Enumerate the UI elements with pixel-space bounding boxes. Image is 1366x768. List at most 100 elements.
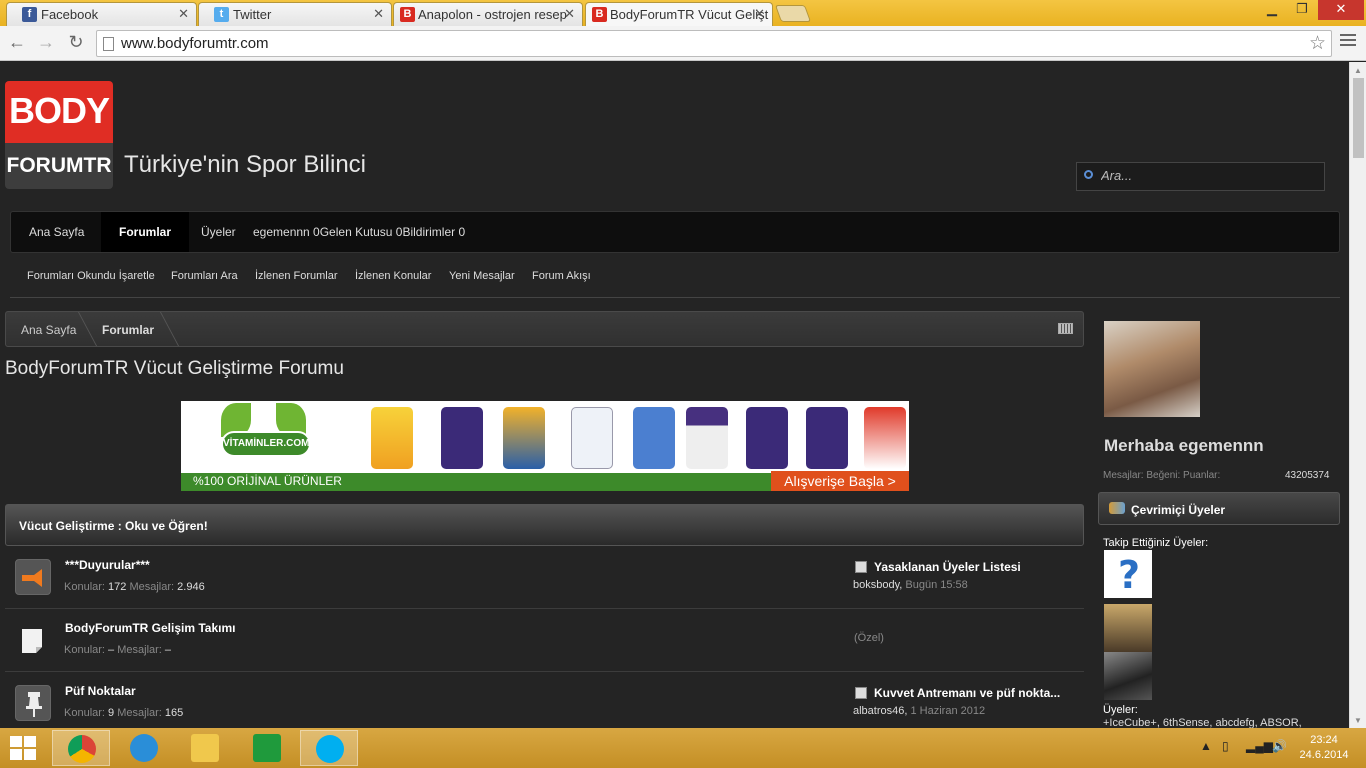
tab-anapolon[interactable]: B Anapolon - ostrojen resep ✕ [393,2,583,26]
internet-explorer-icon [130,734,158,762]
banner-tagline: %100 ORİJİNAL ÜRÜNLER [193,474,342,488]
address-bar[interactable]: www.bodyforumtr.com ☆ [96,30,1332,57]
system-clock[interactable]: 23:24 24.6.2014 [1296,733,1352,763]
ad-banner[interactable]: VİTAMİNLER.COM %100 ORİJİNAL ÜRÜNLER Alı… [181,401,909,491]
product-bottle [746,407,788,469]
product-bottle [503,407,545,469]
document-icon [855,561,867,573]
window-close-icon[interactable]: ✕ [1318,0,1364,20]
scrollbar-thumb[interactable] [1353,78,1364,158]
topics-count: 172 [108,581,127,593]
site-slogan: Türkiye'nin Spor Bilinci [124,151,367,178]
reload-icon[interactable]: ↻ [63,31,89,55]
online-members-list[interactable]: +IceCube+, 6thSense, abcdefg, ABSOR, [1103,717,1302,728]
last-post-user[interactable]: albatros46, [853,705,907,717]
forward-icon[interactable]: → [33,31,59,55]
followed-member-avatar[interactable]: ? [1104,550,1152,598]
posts-label: Mesajlar: [129,581,175,593]
posts-count: – [164,644,172,656]
subnav-watched-threads[interactable]: İzlenen Konular [355,270,431,282]
product-bottle [806,407,848,469]
forum-title[interactable]: Püf Noktalar [65,684,136,698]
breadcrumb: Ana Sayfa Forumlar [5,311,1084,347]
windows-start-icon[interactable] [10,736,38,760]
ie-taskbar-button[interactable] [115,730,173,766]
following-label: Takip Ettiğiniz Üyeler: [1103,537,1209,549]
bodyforumtr-icon: B [400,7,415,22]
subnav-search-forums[interactable]: Forumları Ara [171,270,238,282]
posts-label: Mesajlar: [117,644,162,656]
subnav-watched-forums[interactable]: İzlenen Forumlar [255,270,338,282]
last-post-title[interactable]: Yasaklanan Üyeler Listesi [855,560,1021,574]
user-avatar[interactable] [1104,321,1200,417]
tab-facebook[interactable]: f Facebook ✕ [6,2,197,26]
subnav-mark-read[interactable]: Forumları Okundu İşaretle [27,270,155,282]
followed-member-avatar[interactable] [1104,652,1152,700]
twitter-icon: t [214,7,229,22]
back-icon[interactable]: ← [4,31,30,55]
nav-forums[interactable]: Forumlar [101,212,190,252]
subnav-new-posts[interactable]: Yeni Mesajlar [449,270,515,282]
greeting[interactable]: Merhaba egemennn [1104,436,1264,456]
site-logo[interactable]: BODY FORUMTR [5,81,113,189]
new-tab-button[interactable] [774,5,812,22]
online-members-title: Çevrimiçi Üyeler [1131,503,1226,517]
forum-title[interactable]: BodyForumTR Gelişim Takımı [65,621,235,635]
maximize-icon[interactable]: ❐ [1288,0,1316,20]
megaphone-icon [15,559,51,595]
nav-account[interactable]: egemennn 0Gelen Kutusu 0Bildirimler 0 [253,212,465,252]
rss-icon[interactable] [1058,323,1073,334]
search-input[interactable] [1101,168,1316,183]
battery-icon[interactable]: ▯ [1222,739,1229,753]
last-post-link[interactable]: Yasaklanan Üyeler Listesi [874,560,1021,574]
category-header[interactable]: Vücut Geliştirme : Oku ve Öğren! [5,504,1084,546]
clock-time: 23:24 [1310,734,1338,746]
store-taskbar-button[interactable] [238,730,296,766]
explorer-taskbar-button[interactable] [176,730,234,766]
close-icon[interactable]: ✕ [373,6,384,22]
close-icon[interactable]: ✕ [754,6,765,22]
minimize-icon[interactable]: ▁ [1258,0,1286,20]
main-navigation: Ana Sayfa Forumlar Üyeler egemennn 0Gele… [10,211,1340,253]
last-post-user[interactable]: boksbody, [853,579,902,591]
breadcrumb-home[interactable]: Ana Sayfa [21,323,76,337]
page-title: BodyForumTR Vücut Geliştirme Forumu [5,358,344,379]
skype-taskbar-button[interactable] [300,730,358,766]
document-icon [855,687,867,699]
network-icon[interactable]: ▂▄▆ [1246,739,1273,753]
banner-cta-button[interactable]: Alışverişe Başla > [771,471,909,491]
scroll-up-icon[interactable]: ▲ [1354,66,1362,75]
breadcrumb-current[interactable]: Forumlar [102,323,154,337]
topics-count: 9 [108,707,115,719]
last-post-link[interactable]: Kuvvet Antremanı ve püf nokta... [874,686,1060,700]
last-post-title[interactable]: Kuvvet Antremanı ve püf nokta... [855,686,1060,700]
topics-label: Konular: [64,581,105,593]
page-scrollbar[interactable]: ▲ ▼ [1349,62,1366,728]
nav-members[interactable]: Üyeler [201,212,236,252]
scroll-down-icon[interactable]: ▼ [1354,716,1362,725]
close-icon[interactable]: ✕ [178,6,189,22]
product-bottle [864,407,906,469]
nav-home[interactable]: Ana Sayfa [29,212,84,252]
volume-icon[interactable]: 🔊 [1272,739,1287,753]
followed-member-avatar[interactable] [1104,604,1152,652]
close-icon[interactable]: ✕ [564,6,575,22]
user-stats-label: Mesajlar: Beğeni: Puanlar: [1103,470,1221,481]
product-bottle [371,407,413,469]
forum-stats: Konular: 9 Mesajlar: 165 [64,707,183,719]
search-icon [1084,170,1093,179]
forum-title[interactable]: ***Duyurular*** [65,558,150,572]
chrome-taskbar-button[interactable] [52,730,110,766]
bookmark-star-icon[interactable]: ☆ [1309,32,1326,55]
show-hidden-icons-icon[interactable]: ▲ [1200,739,1212,753]
subnav-forum-feed[interactable]: Forum Akışı [532,270,591,282]
browser-menu-icon[interactable] [1340,34,1356,48]
tab-title: Twitter [233,7,272,22]
online-members-header[interactable]: Çevrimiçi Üyeler [1098,492,1340,525]
taskbar: ▲ ▯ ▂▄▆ 🔊 23:24 24.6.2014 [0,728,1366,768]
users-icon [1109,502,1125,514]
store-icon [253,734,281,762]
tab-bodyforumtr[interactable]: B BodyForumTR Vücut Gelişt ✕ [585,2,773,27]
tab-twitter[interactable]: t Twitter ✕ [198,2,392,26]
last-post-meta: boksbody, Bugün 15:58 [853,579,968,591]
